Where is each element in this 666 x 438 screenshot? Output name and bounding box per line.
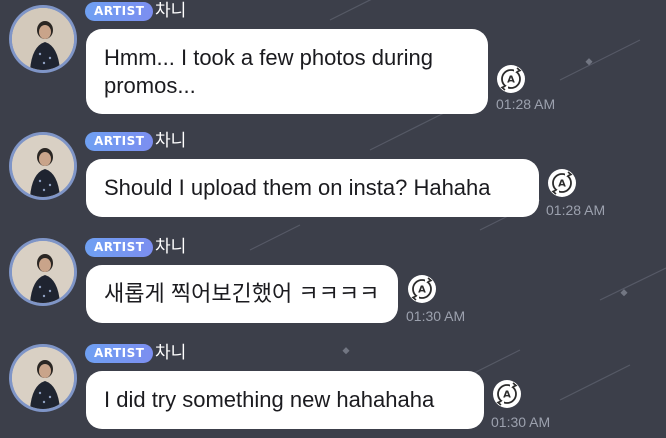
translate-icon: A — [551, 171, 573, 195]
artist-photo-icon — [12, 241, 74, 303]
translate-icon: A — [411, 277, 433, 301]
sender-name: 차니 — [155, 237, 187, 257]
artist-badge: ARTIST — [85, 238, 154, 257]
translate-button[interactable]: A — [493, 380, 521, 408]
artist-badge: ARTIST — [85, 2, 154, 21]
avatar[interactable] — [9, 5, 77, 73]
svg-text:A: A — [503, 390, 511, 401]
timestamp: 01:28 AM — [546, 202, 606, 218]
message-bubble[interactable]: 새롭게 찍어보긴했어 ㅋㅋㅋㅋ — [86, 265, 398, 323]
sender-name: 차니 — [155, 131, 187, 151]
artist-photo-icon — [12, 135, 74, 197]
artist-badge: ARTIST — [85, 344, 154, 363]
svg-text:A: A — [558, 179, 566, 190]
timestamp: 01:30 AM — [406, 308, 466, 324]
translate-button[interactable]: A — [497, 65, 525, 93]
message-bubble[interactable]: I did try something new hahahaha — [86, 371, 484, 429]
sender-name: 차니 — [155, 1, 187, 21]
avatar[interactable] — [9, 132, 77, 200]
artist-badge: ARTIST — [85, 132, 154, 151]
svg-text:A: A — [507, 75, 515, 86]
timestamp: 01:28 AM — [496, 96, 556, 112]
translate-button[interactable]: A — [548, 169, 576, 197]
translate-button[interactable]: A — [408, 275, 436, 303]
avatar[interactable] — [9, 238, 77, 306]
translate-icon: A — [496, 382, 518, 406]
message-bubble[interactable]: Hmm... I took a few photos during promos… — [86, 29, 488, 114]
timestamp: 01:30 AM — [491, 414, 551, 430]
svg-text:A: A — [418, 285, 426, 296]
avatar[interactable] — [9, 344, 77, 412]
message-bubble[interactable]: Should I upload them on insta? Hahaha — [86, 159, 539, 217]
sender-name: 차니 — [155, 343, 187, 363]
artist-photo-icon — [12, 8, 74, 70]
artist-photo-icon — [12, 347, 74, 409]
translate-icon: A — [500, 67, 522, 91]
